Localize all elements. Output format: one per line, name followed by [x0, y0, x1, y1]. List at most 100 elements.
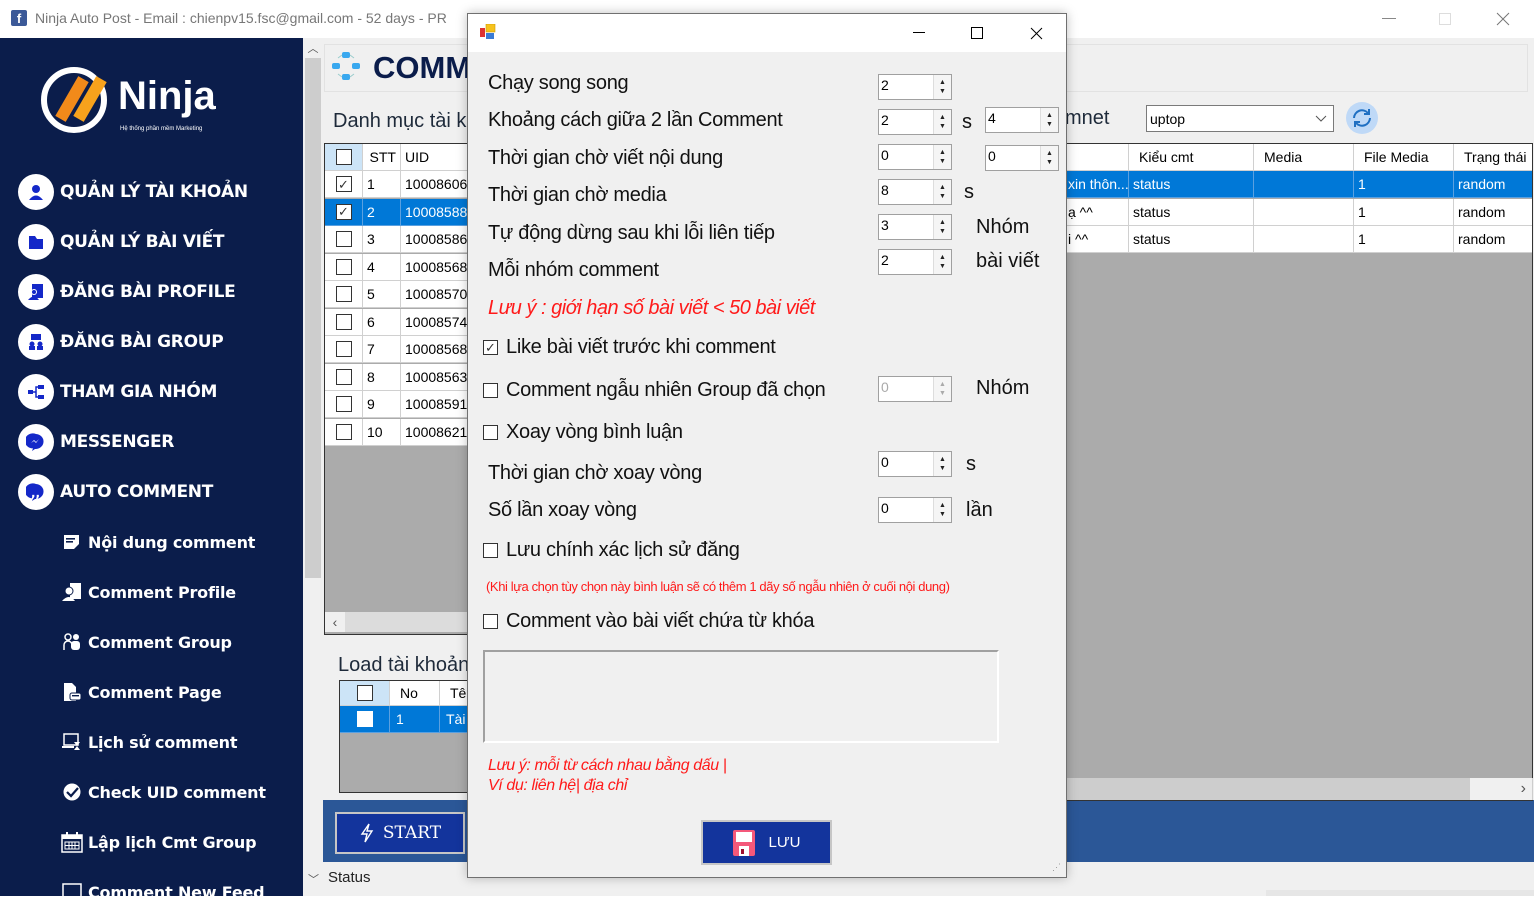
- comment-table-hscroll[interactable]: [1066, 778, 1533, 800]
- row-checkbox[interactable]: ✓: [335, 203, 352, 220]
- exact-history-checkbox[interactable]: [483, 543, 498, 558]
- rotate-count-value[interactable]: 0: [879, 498, 933, 522]
- load-select-all-checkbox[interactable]: [356, 685, 373, 701]
- column-header-media[interactable]: Media: [1254, 144, 1354, 171]
- interval-min-stepper[interactable]: 2 ▲ ▼: [878, 109, 952, 135]
- stepper-arrows[interactable]: ▲ ▼: [933, 110, 951, 134]
- sidebar-subitem-schedule-group[interactable]: Lập lịch Cmt Group: [60, 827, 300, 857]
- account-table-row[interactable]: 5 10008570: [325, 281, 473, 308]
- write-wait-max-stepper[interactable]: 0 ▲ ▼: [985, 145, 1059, 171]
- account-table-row[interactable]: 6 10008574: [325, 308, 473, 336]
- sidebar-subitem-comment-profile[interactable]: Comment Profile: [60, 577, 300, 607]
- comment-table-row[interactable]: xin thôn... status 1 random: [1066, 171, 1532, 198]
- parallel-value[interactable]: 2: [879, 75, 933, 99]
- account-table-row[interactable]: 7 10008568: [325, 336, 473, 363]
- stepper-arrows[interactable]: ▲ ▼: [1040, 108, 1058, 132]
- row-checkbox[interactable]: [335, 396, 352, 412]
- media-wait-stepper[interactable]: 8 ▲ ▼: [878, 179, 952, 205]
- account-table-row[interactable]: ✓ 1 10008606: [325, 171, 473, 198]
- select-all-cell[interactable]: [325, 144, 363, 171]
- stepper-arrows[interactable]: ▲ ▼: [933, 498, 951, 522]
- scroll-left-arrow-icon[interactable]: ‹: [325, 612, 345, 632]
- column-header-file-media[interactable]: File Media: [1354, 144, 1454, 171]
- sidebar-item-account-management[interactable]: QUẢN LÝ TÀI KHOẢN: [18, 172, 298, 212]
- rotate-wait-value[interactable]: 0: [879, 452, 933, 476]
- exact-history-option[interactable]: Lưu chính xác lịch sử đăng: [483, 539, 740, 562]
- per-group-value[interactable]: 2: [879, 250, 933, 274]
- stepper-arrows[interactable]: ▲ ▼: [933, 215, 951, 239]
- load-select-all-cell[interactable]: [340, 681, 390, 706]
- sidebar-item-profile-post[interactable]: ĐĂNG BÀI PROFILE: [18, 272, 298, 312]
- interval-max-value[interactable]: 4: [986, 108, 1040, 132]
- stepper-arrows[interactable]: ▲ ▼: [933, 452, 951, 476]
- account-table-row[interactable]: 3 10008586: [325, 226, 473, 253]
- media-wait-value[interactable]: 8: [879, 180, 933, 204]
- like-before-option[interactable]: ✓ Like bài viết trước khi comment: [483, 336, 776, 359]
- parallel-stepper[interactable]: 2 ▲ ▼: [878, 74, 952, 100]
- column-header-status[interactable]: Trạng thái: [1454, 144, 1532, 171]
- row-checkbox[interactable]: [335, 368, 352, 385]
- like-before-checkbox[interactable]: ✓: [483, 340, 498, 355]
- scroll-right-arrow-icon[interactable]: ›: [1470, 778, 1532, 800]
- write-wait-max-value[interactable]: 0: [986, 146, 1040, 170]
- sidebar-item-group-post[interactable]: ĐĂNG BÀI GROUP: [18, 322, 298, 362]
- auto-stop-stepper[interactable]: 3 ▲ ▼: [878, 214, 952, 240]
- minimize-button[interactable]: [1366, 0, 1412, 38]
- account-table-row[interactable]: 9 10008591: [325, 391, 473, 418]
- column-header-content[interactable]: [1066, 144, 1129, 171]
- random-group-option[interactable]: Comment ngẫu nhiên Group đã chọn: [483, 379, 826, 402]
- start-button[interactable]: START: [335, 812, 465, 854]
- rotate-option[interactable]: Xoay vòng bình luận: [483, 421, 683, 444]
- stepper-arrows[interactable]: ▲ ▼: [933, 145, 951, 169]
- close-button[interactable]: [1480, 0, 1526, 38]
- random-group-checkbox[interactable]: [483, 383, 498, 398]
- stepper-arrows[interactable]: ▲ ▼: [933, 377, 951, 401]
- interval-min-value[interactable]: 2: [879, 110, 933, 134]
- load-table-row[interactable]: 1 Tài: [340, 706, 473, 733]
- account-table-row[interactable]: 4 10008568: [325, 253, 473, 281]
- write-wait-min-value[interactable]: 0: [879, 145, 933, 169]
- stepper-arrows[interactable]: ▲ ▼: [933, 75, 951, 99]
- sidebar-subitem-check-uid[interactable]: Check UID comment: [60, 777, 300, 807]
- row-checkbox[interactable]: [335, 258, 352, 275]
- random-group-value[interactable]: 0: [879, 377, 933, 401]
- row-checkbox[interactable]: [335, 286, 352, 302]
- sidebar-subitem-comment-group[interactable]: Comment Group: [60, 627, 300, 657]
- stepper-arrows[interactable]: ▲ ▼: [1040, 146, 1058, 170]
- column-header-no[interactable]: No: [390, 681, 440, 706]
- sidebar-subitem-comment-history[interactable]: Lịch sử comment: [60, 727, 300, 757]
- comment-table-row[interactable]: ạ ^^ status 1 random: [1066, 198, 1532, 226]
- sidebar-item-messenger[interactable]: MESSENGER: [18, 422, 298, 462]
- row-checkbox[interactable]: [335, 341, 352, 357]
- sidebar-item-join-group[interactable]: THAM GIA NHÓM: [18, 372, 298, 412]
- rotate-wait-stepper[interactable]: 0 ▲ ▼: [878, 451, 952, 477]
- resize-grip-icon[interactable]: ⋰: [1052, 862, 1061, 873]
- column-header-type[interactable]: Kiểu cmt: [1129, 144, 1254, 171]
- comment-type-select[interactable]: uptop: [1146, 105, 1334, 132]
- write-wait-min-stepper[interactable]: 0 ▲ ▼: [878, 144, 952, 170]
- column-header-uid[interactable]: UID: [401, 144, 473, 171]
- stepper-arrows[interactable]: ▲ ▼: [933, 250, 951, 274]
- maximize-button[interactable]: [1422, 0, 1468, 38]
- rotate-checkbox[interactable]: [483, 425, 498, 440]
- random-group-stepper[interactable]: 0 ▲ ▼: [878, 376, 952, 402]
- keyword-textarea[interactable]: [483, 650, 999, 743]
- account-table-hscroll[interactable]: [325, 612, 470, 632]
- refresh-button[interactable]: [1346, 102, 1378, 134]
- vertical-scrollbar-thumb[interactable]: [305, 58, 321, 578]
- account-table-row[interactable]: 8 10008563: [325, 363, 473, 391]
- interval-max-stepper[interactable]: 4 ▲ ▼: [985, 107, 1059, 133]
- dialog-close-button[interactable]: [1007, 14, 1065, 52]
- dialog-maximize-button[interactable]: [948, 14, 1006, 52]
- row-checkbox[interactable]: [356, 711, 373, 727]
- scroll-up-arrow-icon[interactable]: ︿: [303, 40, 323, 58]
- sidebar-subitem-comment-newfeed[interactable]: Comment New Feed: [60, 877, 300, 907]
- auto-stop-value[interactable]: 3: [879, 215, 933, 239]
- stepper-arrows[interactable]: ▲ ▼: [933, 180, 951, 204]
- rotate-count-stepper[interactable]: 0 ▲ ▼: [878, 497, 952, 523]
- per-group-stepper[interactable]: 2 ▲ ▼: [878, 249, 952, 275]
- keyword-option[interactable]: Comment vào bài viết chứa từ khóa: [483, 610, 814, 633]
- chevron-down-icon[interactable]: ﹀: [308, 871, 319, 887]
- sidebar-item-auto-comment[interactable]: ,, AUTO COMMENT: [18, 472, 298, 512]
- save-button[interactable]: LƯU: [701, 820, 832, 865]
